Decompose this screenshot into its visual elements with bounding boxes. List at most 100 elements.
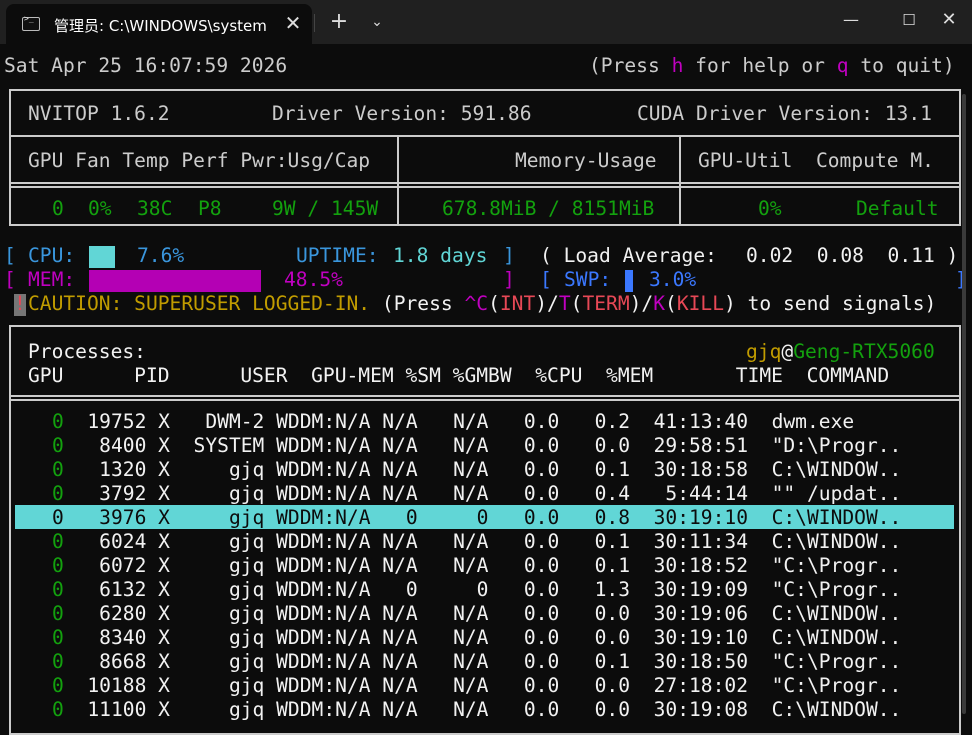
load-average-label: ( Load Average: [540,244,717,267]
help-hint: (Press h for help or q to quit) [589,54,955,77]
swap-usage-bar [625,270,633,292]
caution-exclamation: ! [14,292,26,315]
caution-text: CAUTION: SUPERUSER LOGGED-IN. [28,292,371,315]
swp-label: SWP: [564,268,612,291]
mem-bracket-open: [ [4,268,16,291]
help-key: h [671,54,684,77]
process-row[interactable]: 0 6024 X gjq WDDM:N/A N/A N/A 0.0 0.1 30… [52,530,901,554]
gpu-memory: 678.8MiB / 8151MiB [442,197,655,220]
process-row[interactable]: 0 1320 X gjq WDDM:N/A N/A N/A 0.0 0.1 30… [52,458,901,482]
user-name: gjq [746,340,782,363]
cpu-usage-bar [89,246,115,268]
close-window-button[interactable]: ✕ [926,6,972,34]
process-gpu: 0 [52,554,64,577]
process-details: 3792 X gjq WDDM:N/A N/A N/A 0.0 0.4 5:44… [63,482,902,505]
process-row[interactable]: 0 3976 X gjq WDDM:N/A 0 0 0.0 0.8 30:19:… [52,506,901,530]
gpu-index: 0 [52,197,64,220]
gpu-table-divider [9,182,961,184]
gpu-temp: 38C [137,197,173,220]
process-gpu: 0 [52,458,64,481]
process-details: 8340 X gjq WDDM:N/A N/A N/A 0.0 0.0 30:1… [63,626,902,649]
new-tab-button[interactable]: + [328,10,350,34]
compute-mode: Default [856,197,939,220]
terminal-icon [22,14,40,31]
process-gpu: 0 [52,578,64,601]
process-gpu: 0 [52,626,64,649]
minimize-button[interactable]: — [828,6,874,34]
process-gpu: 0 [52,530,64,553]
gpu-table-col-divider [397,135,399,226]
process-row[interactable]: 0 6280 X gjq WDDM:N/A N/A N/A 0.0 0.0 30… [52,602,901,626]
process-gpu: 0 [52,434,64,457]
process-gpu: 0 [52,482,64,505]
swp-percent: 3.0% [649,268,697,291]
process-details: 19752 X DWM-2 WDDM:N/A N/A N/A 0.0 0.2 4… [63,410,855,433]
processes-header-divider [9,395,961,397]
gpu-perf: P8 [198,197,222,220]
process-details: 6024 X gjq WDDM:N/A N/A N/A 0.0 0.1 30:1… [63,530,902,553]
process-row[interactable]: 0 10188 X gjq WDDM:N/A N/A N/A 0.0 0.0 2… [52,674,901,698]
process-row[interactable]: 0 11100 X gjq WDDM:N/A N/A N/A 0.0 0.0 3… [52,698,901,722]
gpu-fan: 0% [88,197,112,220]
tab-separator [314,14,315,32]
process-details: 3976 X gjq WDDM:N/A 0 0 0.0 0.8 30:19:10… [63,506,902,529]
process-row[interactable]: 0 19752 X DWM-2 WDDM:N/A N/A N/A 0.0 0.2… [52,410,854,434]
process-details: 10188 X gjq WDDM:N/A N/A N/A 0.0 0.0 27:… [63,674,902,697]
gpu-table-divider [9,135,961,137]
caution-line: CAUTION: SUPERUSER LOGGED-IN. (Press ^C(… [28,292,937,315]
process-details: 8400 X SYSTEM WDDM:N/A N/A N/A 0.0 0.0 2… [63,434,902,457]
gpu-col-header: GPU Fan Temp Perf Pwr:Usg/Cap [28,149,371,172]
gpu-table-col-divider [679,135,681,226]
gpu-power: 9W / 145W [272,197,379,220]
process-gpu: 0 [52,410,64,433]
user-host: gjq@Geng-RTX5060 [746,340,935,363]
tab-title: 管理员: C:\WINDOWS\system3 [54,17,268,35]
processes-header-divider [9,399,961,401]
header-line: Sat Apr 25 16:07:59 2026 [4,54,287,78]
cpu-percent: 7.6% [137,244,185,267]
tab-dropdown-button[interactable]: ⌄ [366,10,388,34]
driver-version: Driver Version: 591.86 [272,102,532,125]
process-details: 11100 X gjq WDDM:N/A N/A N/A 0.0 0.0 30:… [63,698,902,721]
process-details: 6280 X gjq WDDM:N/A N/A N/A 0.0 0.0 30:1… [63,602,902,625]
process-gpu: 0 [52,650,64,673]
process-details: 6072 X gjq WDDM:N/A N/A N/A 0.0 0.1 30:1… [63,554,902,577]
process-row[interactable]: 0 6132 X gjq WDDM:N/A 0 0 0.0 1.3 30:19:… [52,578,901,602]
terminal-tab[interactable]: 管理员: C:\WINDOWS\system3 ✕ [6,4,312,44]
process-row[interactable]: 0 6072 X gjq WDDM:N/A N/A N/A 0.0 0.1 30… [52,554,901,578]
mem-usage-bar [89,270,261,292]
memory-col-header: Memory-Usage [515,149,657,172]
title-bar: 管理员: C:\WINDOWS\system3 ✕ + ⌄ — ☐ ✕ [0,0,972,44]
nvitop-version: NVITOP 1.6.2 [28,102,170,125]
close-tab-button[interactable]: ✕ [282,12,304,34]
terminal-area[interactable]: Sat Apr 25 16:07:59 2026 (Press h for he… [0,44,972,735]
host-name: Geng-RTX5060 [793,340,935,363]
cpu-bracket-open: [ [4,244,16,267]
cpu-label: CPU: [28,244,76,267]
mem-percent: 48.5% [284,268,343,291]
process-row[interactable]: 0 8400 X SYSTEM WDDM:N/A N/A N/A 0.0 0.0… [52,434,901,458]
gpu-table-divider [9,186,961,188]
process-row[interactable]: 0 8340 X gjq WDDM:N/A N/A N/A 0.0 0.0 30… [52,626,901,650]
mem-label: MEM: [28,268,76,291]
processes-title: Processes: [28,340,146,363]
datetime: Sat Apr 25 16:07:59 2026 [4,54,288,77]
gpu-util: 0% [758,197,782,220]
process-details: 1320 X gjq WDDM:N/A N/A N/A 0.0 0.1 30:1… [63,458,902,481]
quit-key: q [836,54,849,77]
process-gpu: 0 [52,506,64,529]
process-row[interactable]: 0 8668 X gjq WDDM:N/A N/A N/A 0.0 0.1 30… [52,650,901,674]
process-gpu: 0 [52,674,64,697]
swp-bracket-open: [ [540,268,552,291]
process-details: 8668 X gjq WDDM:N/A N/A N/A 0.0 0.1 30:1… [63,650,902,673]
util-col-header: GPU-Util Compute M. [698,149,934,172]
process-gpu: 0 [52,698,64,721]
cpu-bracket-close: ] [503,244,515,267]
process-row[interactable]: 0 3792 X gjq WDDM:N/A N/A N/A 0.0 0.4 5:… [52,482,901,506]
process-gpu: 0 [52,602,64,625]
mem-bracket-close: ] [503,268,515,291]
uptime-label: UPTIME: [296,244,379,267]
processes-columns: GPU PID USER GPU-MEM %SM %GMBW %CPU %MEM… [28,364,890,387]
scrollbar[interactable] [962,94,966,714]
cuda-version: CUDA Driver Version: 13.1 [637,102,932,125]
